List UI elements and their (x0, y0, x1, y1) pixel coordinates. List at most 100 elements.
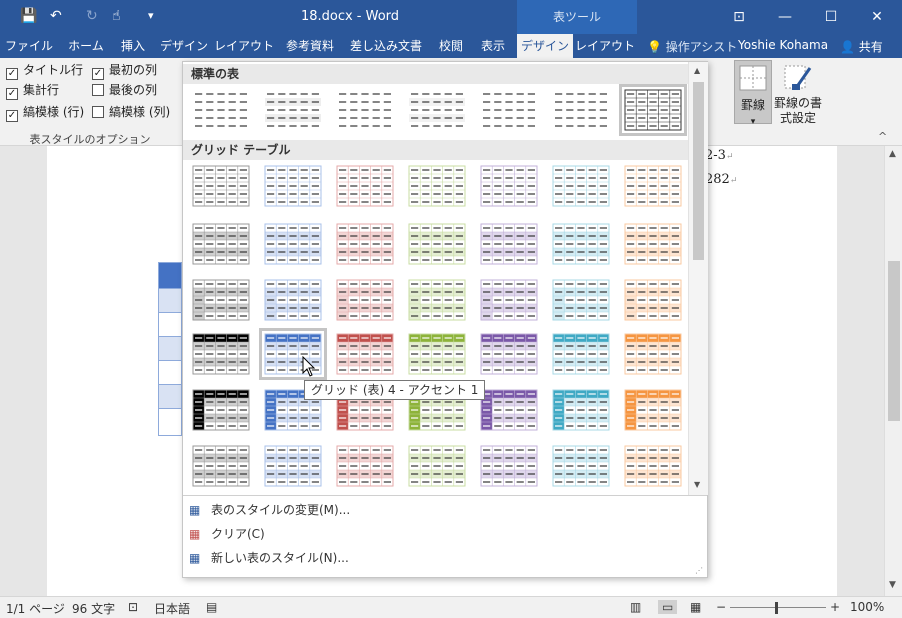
banded-rows-checkbox[interactable]: ✓ 縞模様 (行) (6, 104, 84, 122)
grid-table-style[interactable] (407, 444, 467, 488)
grid-table-style[interactable] (263, 444, 323, 488)
tab-references[interactable]: 参考資料 (278, 34, 342, 58)
plain-table-style[interactable] (551, 88, 611, 132)
grid-table-style[interactable] (335, 278, 395, 322)
grid-table-style[interactable] (551, 332, 611, 376)
maximize-icon[interactable]: ☐ (808, 0, 854, 34)
grid-table-style[interactable] (191, 388, 251, 432)
grid-table-style[interactable] (551, 164, 611, 208)
grid-table-style[interactable] (623, 332, 683, 376)
grid-table-style[interactable] (407, 164, 467, 208)
proofing-icon[interactable]: ⊡ (128, 600, 138, 614)
scrollbar-thumb[interactable] (888, 261, 900, 421)
table-style-preview (481, 90, 537, 130)
web-layout-icon[interactable]: ▦ (690, 600, 701, 614)
word-count[interactable]: 96 文字 (72, 600, 115, 617)
grid-table-style[interactable] (407, 222, 467, 266)
tab-mailings[interactable]: 差し込み文書 (346, 34, 426, 58)
tab-table-design[interactable]: デザイン (517, 34, 573, 58)
zoom-slider-thumb[interactable] (775, 602, 778, 614)
tab-design[interactable]: デザイン (156, 34, 212, 58)
read-mode-icon[interactable]: ▥ (630, 600, 641, 614)
tab-insert[interactable]: 挿入 (114, 34, 152, 58)
grid-table-style[interactable] (335, 444, 395, 488)
grid-table-style[interactable] (191, 444, 251, 488)
vertical-scrollbar[interactable]: ▲ ▼ (884, 146, 902, 596)
grid-table-style[interactable] (191, 222, 251, 266)
gallery-scroll-thumb[interactable] (693, 82, 704, 260)
plain-table-style[interactable] (407, 88, 467, 132)
border-painter-button[interactable] (782, 62, 814, 97)
grid-table-style[interactable] (623, 164, 683, 208)
ribbon-display-options-icon[interactable]: ⊡ (716, 0, 762, 34)
grid-table-style[interactable] (551, 444, 611, 488)
grid-table-style[interactable] (623, 444, 683, 488)
collapse-ribbon-icon[interactable]: ^ (878, 130, 887, 143)
tab-layout[interactable]: レイアウト (214, 34, 274, 58)
banded-columns-checkbox[interactable]: 縞模様 (列) (92, 104, 170, 120)
grid-table-style[interactable] (551, 278, 611, 322)
clear-style-item[interactable]: ▦ クリア(C) (187, 523, 703, 545)
print-layout-icon[interactable]: ▭ (658, 600, 678, 614)
scroll-down-icon[interactable]: ▼ (694, 480, 700, 489)
macro-icon[interactable]: ▤ (206, 600, 217, 614)
grid-table-style[interactable] (551, 222, 611, 266)
share-button[interactable]: 👤 共有 (840, 38, 883, 55)
zoom-out-icon[interactable]: − (716, 600, 726, 614)
grid-table-style[interactable] (263, 222, 323, 266)
grid-table-style[interactable] (263, 278, 323, 322)
resize-grip-icon[interactable]: ⋰ (695, 566, 703, 575)
tab-table-layout[interactable]: レイアウト (575, 34, 635, 58)
grid-table-style[interactable] (623, 388, 683, 432)
table-style-preview (553, 90, 609, 130)
plain-table-style[interactable] (263, 88, 323, 132)
grid-table-style[interactable] (191, 164, 251, 208)
grid-table-style[interactable] (263, 164, 323, 208)
first-column-checkbox[interactable]: ✓ 最初の列 (92, 62, 157, 80)
user-name[interactable]: Yoshie Kohama (738, 38, 828, 52)
tab-home[interactable]: ホーム (60, 34, 112, 58)
tab-file[interactable]: ファイル (4, 34, 54, 58)
grid-table-style[interactable] (407, 278, 467, 322)
grid-table-style[interactable] (407, 332, 467, 376)
scroll-down-icon[interactable]: ▼ (889, 580, 896, 590)
grid-table-style[interactable] (191, 332, 251, 376)
grid-table-style[interactable] (479, 332, 539, 376)
status-bar: 1/1 ページ 96 文字 ⊡ 日本語 ▤ ▥ ▭ ▦ − + 100% (0, 596, 902, 618)
grid-table-style[interactable] (623, 222, 683, 266)
total-row-checkbox[interactable]: ✓ 集計行 (6, 82, 59, 100)
zoom-slider[interactable] (730, 607, 826, 608)
scroll-up-icon[interactable]: ▲ (694, 66, 700, 75)
grid-table-style[interactable] (551, 388, 611, 432)
last-column-checkbox[interactable]: 最後の列 (92, 82, 157, 98)
selected-style-frame (619, 84, 687, 136)
grid-table-style[interactable] (335, 222, 395, 266)
tab-review[interactable]: 校閲 (432, 34, 470, 58)
grid-table-style[interactable] (479, 222, 539, 266)
plain-table-style[interactable] (335, 88, 395, 132)
grid-table-style[interactable] (479, 278, 539, 322)
plain-table-style[interactable] (191, 88, 251, 132)
minimize-icon[interactable]: — (762, 0, 808, 34)
scroll-up-icon[interactable]: ▲ (889, 149, 896, 159)
grid-table-style[interactable] (479, 388, 539, 432)
new-table-style-item[interactable]: ▦ 新しい表のスタイル(N)... (187, 547, 703, 569)
page-count[interactable]: 1/1 ページ (6, 600, 65, 617)
document-table[interactable] (158, 262, 182, 436)
language[interactable]: 日本語 (154, 600, 190, 617)
tell-me-box[interactable]: 💡 操作アシスト (647, 38, 737, 55)
grid-table-style[interactable] (335, 164, 395, 208)
zoom-level[interactable]: 100% (850, 600, 884, 614)
close-icon[interactable]: ✕ (854, 0, 900, 34)
grid-table-style[interactable] (623, 278, 683, 322)
tab-view[interactable]: 表示 (474, 34, 512, 58)
gallery-scrollbar[interactable]: ▲ ▼ (688, 62, 708, 495)
grid-table-style[interactable] (479, 444, 539, 488)
grid-table-style[interactable] (479, 164, 539, 208)
plain-table-style[interactable] (479, 88, 539, 132)
grid-table-style[interactable] (191, 278, 251, 322)
grid-table-style[interactable] (335, 332, 395, 376)
header-row-checkbox[interactable]: ✓ タイトル行 (6, 62, 83, 80)
zoom-in-icon[interactable]: + (830, 600, 840, 614)
modify-table-style-item[interactable]: ▦ 表のスタイルの変更(M)... (187, 499, 703, 521)
